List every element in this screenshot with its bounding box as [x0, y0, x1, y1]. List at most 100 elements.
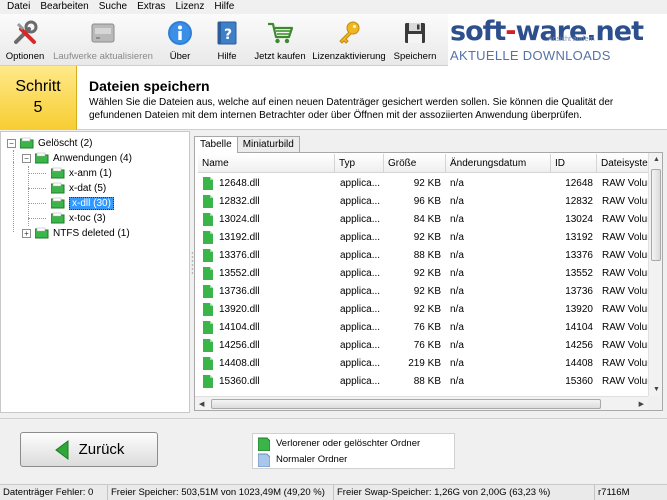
- scroll-up-icon[interactable]: ▲: [653, 156, 660, 163]
- tree-label: Anwendungen (4): [53, 152, 132, 164]
- cell-name: 12648.dll: [219, 177, 260, 189]
- legend-item-normal: Normaler Ordner: [258, 452, 347, 467]
- cell-date: n/a: [450, 249, 464, 261]
- tree-node-deleted[interactable]: − Gelöscht (2): [7, 135, 92, 151]
- tree-label: NTFS deleted (1): [53, 227, 130, 239]
- menu-bearbeiten[interactable]: Bearbeiten: [35, 0, 93, 14]
- cell-type: applica...: [340, 267, 381, 279]
- column-header-size[interactable]: Größe: [384, 154, 446, 172]
- cell-filesystem: RAW Volume: [602, 231, 648, 243]
- table-row[interactable]: 12648.dll applica... 92 KB n/a 12648 RAW…: [198, 174, 648, 192]
- cell-id: 12832: [565, 195, 593, 207]
- back-button[interactable]: Zurück: [20, 432, 158, 467]
- drive-icon: [88, 18, 118, 48]
- column-header-filesystem[interactable]: Dateisystem: [597, 154, 648, 172]
- green-file-icon: [203, 302, 213, 316]
- scroll-down-icon[interactable]: ▼: [653, 386, 660, 393]
- collapse-icon[interactable]: −: [7, 138, 16, 148]
- tree-node-x-anm[interactable]: x-anm (1): [51, 165, 112, 181]
- cell-size: 92 KB: [413, 177, 441, 189]
- cell-name: 15360.dll: [219, 375, 260, 387]
- green-file-icon: [203, 194, 213, 208]
- cell-date: n/a: [450, 357, 464, 369]
- tree-node-x-toc[interactable]: x-toc (3): [51, 210, 106, 226]
- scroll-right-icon[interactable]: ▶: [639, 400, 644, 408]
- key-icon: [334, 18, 364, 48]
- table-row[interactable]: 13376.dll applica... 88 KB n/a 13376 RAW…: [198, 246, 648, 264]
- refresh-drives-button[interactable]: Laufwerke aktualisieren: [50, 18, 156, 64]
- buy-now-button[interactable]: Jetzt kaufen: [252, 18, 308, 64]
- logo-tagline: AKTUELLE DOWNLOADS: [450, 48, 611, 63]
- tab-table[interactable]: Tabelle: [194, 136, 238, 153]
- tree-node-applications[interactable]: − Anwendungen (4): [22, 150, 132, 166]
- column-header-date[interactable]: Änderungsdatum: [446, 154, 551, 172]
- table-row[interactable]: 13552.dll applica... 92 KB n/a 13552 RAW…: [198, 264, 648, 282]
- column-header-id[interactable]: ID: [551, 154, 597, 172]
- tree-node-x-dat[interactable]: x-dat (5): [51, 180, 106, 196]
- cell-size: 219 KB: [408, 357, 441, 369]
- table-row[interactable]: 13736.dll applica... 92 KB n/a 13736 RAW…: [198, 282, 648, 300]
- save-button[interactable]: Speichern: [392, 18, 438, 64]
- green-folder-icon: [35, 227, 49, 239]
- vertical-scroll-thumb[interactable]: [651, 169, 661, 261]
- menu-datei[interactable]: Datei: [2, 0, 35, 14]
- cell-name: 13920.dll: [219, 303, 260, 315]
- table-row[interactable]: 13024.dll applica... 84 KB n/a 13024 RAW…: [198, 210, 648, 228]
- table-row[interactable]: 12832.dll applica... 96 KB n/a 12832 RAW…: [198, 192, 648, 210]
- options-label: Optionen: [5, 51, 45, 62]
- about-button[interactable]: Über: [164, 18, 196, 64]
- menu-suche[interactable]: Suche: [94, 0, 132, 14]
- scroll-left-icon[interactable]: ◀: [199, 400, 204, 408]
- cell-size: 88 KB: [413, 375, 441, 387]
- cell-id: 13552: [565, 267, 593, 279]
- folder-legend: Verlorener oder gelöschter Ordner Normal…: [252, 433, 455, 469]
- menu-lizenz[interactable]: Lizenz: [170, 0, 209, 14]
- cell-type: applica...: [340, 321, 381, 333]
- cell-id: 13736: [565, 285, 593, 297]
- options-button[interactable]: Optionen: [4, 18, 46, 64]
- cell-date: n/a: [450, 339, 464, 351]
- cell-date: n/a: [450, 303, 464, 315]
- back-label: Zurück: [78, 441, 125, 458]
- table-row[interactable]: 14256.dll applica... 76 KB n/a 14256 RAW…: [198, 336, 648, 354]
- table-row[interactable]: 13920.dll applica... 92 KB n/a 13920 RAW…: [198, 300, 648, 318]
- cell-type: applica...: [340, 357, 381, 369]
- vertical-scrollbar[interactable]: ▲ ▼: [648, 153, 662, 396]
- cell-name: 13736.dll: [219, 285, 260, 297]
- green-folder-icon: [35, 152, 49, 164]
- cell-type: applica...: [340, 249, 381, 261]
- table-row[interactable]: 15360.dll applica... 88 KB n/a 15360 RAW…: [198, 372, 648, 390]
- tree-node-x-dll[interactable]: x-dll (30): [51, 195, 114, 211]
- tab-thumbnails[interactable]: Miniaturbild: [236, 136, 300, 152]
- table-row[interactable]: 13192.dll applica... 92 KB n/a 13192 RAW…: [198, 228, 648, 246]
- cell-type: applica...: [340, 213, 381, 225]
- status-build: r7116M: [598, 487, 630, 498]
- cell-name: 13192.dll: [219, 231, 260, 243]
- cell-date: n/a: [450, 321, 464, 333]
- collapse-icon[interactable]: −: [22, 153, 31, 163]
- menu-hilfe[interactable]: Hilfe: [209, 0, 239, 14]
- wizard-footer: Zurück Verlorener oder gelöschter Ordner…: [0, 418, 667, 482]
- table-row[interactable]: 14408.dll applica... 219 KB n/a 14408 RA…: [198, 354, 648, 372]
- cell-size: 92 KB: [413, 231, 441, 243]
- cell-date: n/a: [450, 375, 464, 387]
- horizontal-scroll-thumb[interactable]: [211, 399, 601, 409]
- column-header-name[interactable]: Name: [198, 154, 335, 172]
- view-tabs: Tabelle Miniaturbild: [194, 136, 300, 153]
- tree-label: x-dat (5): [69, 182, 107, 194]
- license-activation-button[interactable]: Lizenzaktivierung: [311, 18, 387, 64]
- tree-node-ntfs-deleted[interactable]: + NTFS deleted (1): [22, 225, 130, 241]
- menu-extras[interactable]: Extras: [132, 0, 170, 14]
- cell-id: 14256: [565, 339, 593, 351]
- help-book-icon: ?: [212, 18, 242, 48]
- table-row[interactable]: 14104.dll applica... 76 KB n/a 14104 RAW…: [198, 318, 648, 336]
- column-header-type[interactable]: Typ: [335, 154, 384, 172]
- horizontal-scrollbar[interactable]: ◀ ▶: [195, 396, 648, 410]
- help-button[interactable]: ? Hilfe: [211, 18, 243, 64]
- info-icon: [165, 18, 195, 48]
- cell-filesystem: RAW Volume: [602, 195, 648, 207]
- cell-size: 92 KB: [413, 285, 441, 297]
- step-title: Dateien speichern: [89, 78, 210, 94]
- menu-bar: Datei Bearbeiten Suche Extras Lizenz Hil…: [0, 0, 667, 14]
- expand-icon[interactable]: +: [22, 228, 31, 238]
